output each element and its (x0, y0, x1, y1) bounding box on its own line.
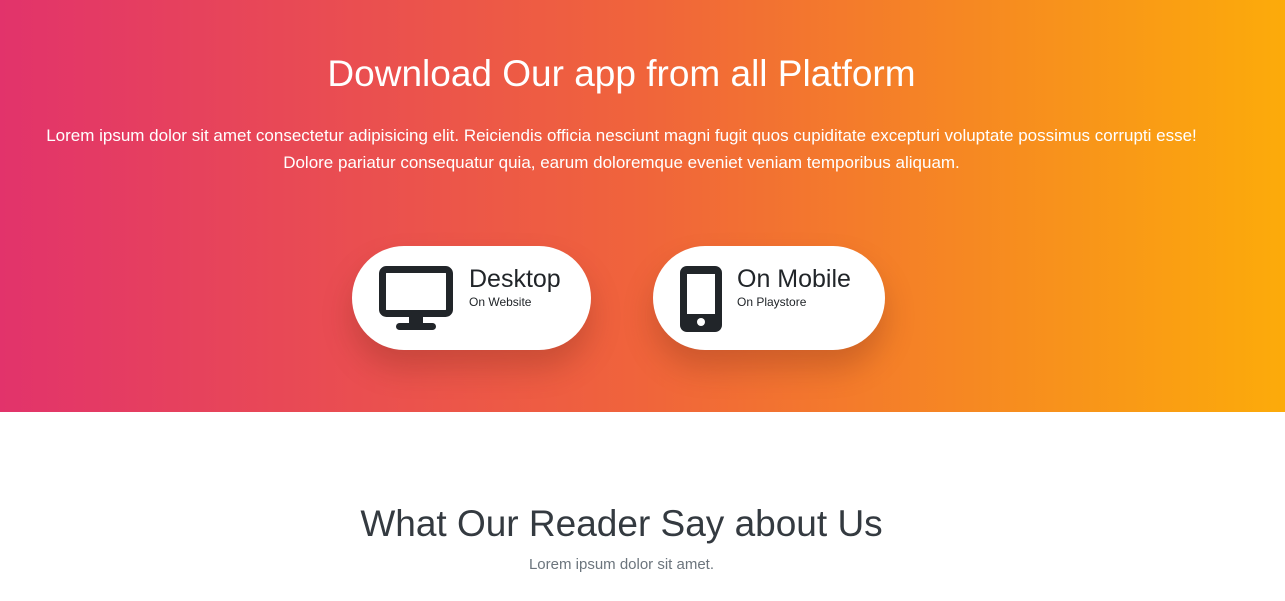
desktop-icon (379, 266, 453, 330)
download-description: Lorem ipsum dolor sit amet consectetur a… (46, 126, 1197, 172)
testimonials-title: What Our Reader Say about Us (360, 503, 883, 544)
desktop-button-subtitle: On Website (469, 295, 532, 309)
desktop-button-title: Desktop (469, 265, 561, 293)
mobile-button-subtitle: On Playstore (737, 295, 807, 309)
mobile-download-button[interactable]: On Mobile On Playstore (653, 246, 885, 350)
download-section: Download Our app from all Platform Lorem… (0, 0, 1285, 412)
download-title: Download Our app from all Platform (327, 53, 916, 94)
mobile-phone-icon (680, 266, 722, 332)
testimonials-section: What Our Reader Say about Us Lorem ipsum… (0, 412, 1285, 601)
desktop-download-button[interactable]: Desktop On Website (352, 246, 591, 350)
mobile-button-title: On Mobile (737, 265, 851, 293)
testimonials-subtitle: Lorem ipsum dolor sit amet. (528, 556, 715, 573)
